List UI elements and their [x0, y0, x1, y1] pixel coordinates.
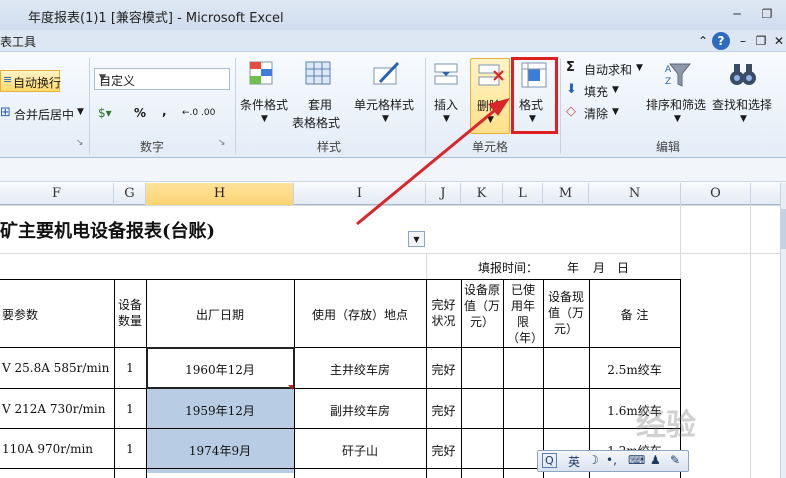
arrow-shaft	[356, 109, 495, 226]
keyboard-icon[interactable]: ⌨	[628, 453, 645, 467]
ime-language[interactable]: 英	[568, 453, 580, 470]
moon-icon[interactable]: ☽	[588, 453, 599, 467]
user-icon[interactable]: ♟	[650, 453, 661, 467]
tools-icon[interactable]: ✎	[670, 453, 680, 467]
ime-logo-icon[interactable]: Q	[542, 453, 557, 468]
watermark: 经验	[636, 408, 696, 443]
ime-toolbar[interactable]: Q 英 ☽ •, ⌨ ♟ ✎	[537, 450, 689, 472]
punctuation-icon[interactable]: •,	[606, 453, 617, 467]
